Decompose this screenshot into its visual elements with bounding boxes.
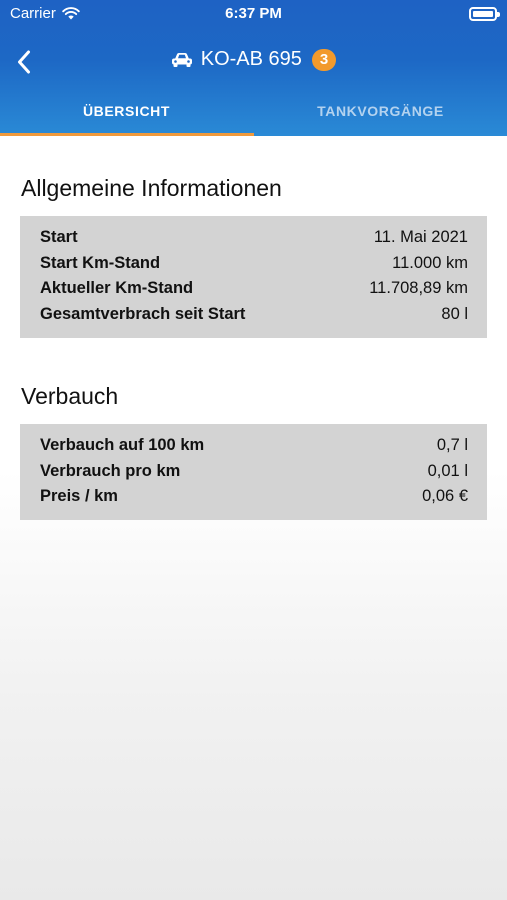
status-bar: Carrier 6:37 PM (0, 0, 507, 28)
info-value: 80 l (441, 304, 468, 323)
info-value: 11.000 km (392, 253, 468, 272)
info-row: Aktueller Km-Stand 11.708,89 km (40, 276, 468, 302)
info-row: Verbrauch pro km 0,01 l (40, 459, 468, 485)
app-header: Carrier 6:37 PM KO-AB 695 3 ÜBERSICHT TA… (0, 0, 507, 136)
count-badge: 3 (311, 48, 337, 71)
info-row: Gesamtverbrach seit Start 80 l (40, 302, 468, 328)
car-icon (171, 52, 192, 67)
tab-overview[interactable]: ÜBERSICHT (0, 88, 253, 133)
consumption-card: Verbauch auf 100 km 0,7 l Verbrauch pro … (20, 424, 487, 520)
vehicle-plate: KO-AB 695 (200, 48, 302, 70)
info-label: Gesamtverbrach seit Start (40, 304, 246, 323)
info-label: Start (40, 228, 78, 247)
info-label: Verbauch auf 100 km (40, 436, 205, 455)
nav-bar: KO-AB 695 3 (0, 40, 507, 84)
info-value: 0,06 € (422, 487, 468, 506)
info-label: Aktueller Km-Stand (40, 279, 194, 298)
info-value: 11.708,89 km (369, 279, 468, 298)
info-label: Preis / km (40, 487, 118, 506)
consumption-heading: Verbauch (21, 383, 119, 409)
info-row: Verbauch auf 100 km 0,7 l (40, 433, 468, 459)
vehicle-title: KO-AB 695 3 (0, 48, 507, 71)
general-info-card: Start 11. Mai 2021 Start Km-Stand 11.000… (20, 216, 487, 338)
info-row: Start 11. Mai 2021 (40, 225, 468, 251)
info-row: Start Km-Stand 11.000 km (40, 251, 468, 277)
general-info-heading: Allgemeine Informationen (21, 175, 282, 201)
status-time: 6:37 PM (225, 5, 282, 22)
info-value: 0,01 l (427, 461, 468, 480)
tab-bar: ÜBERSICHT TANKVORGÄNGE (0, 88, 507, 136)
info-label: Verbrauch pro km (40, 461, 181, 480)
info-row: Preis / km 0,06 € (40, 484, 468, 510)
tab-refuelings[interactable]: TANKVORGÄNGE (254, 88, 507, 133)
info-label: Start Km-Stand (40, 253, 161, 272)
battery-icon (469, 7, 500, 21)
info-value: 0,7 l (436, 436, 468, 455)
info-value: 11. Mai 2021 (373, 228, 468, 247)
active-tab-indicator (0, 133, 254, 136)
